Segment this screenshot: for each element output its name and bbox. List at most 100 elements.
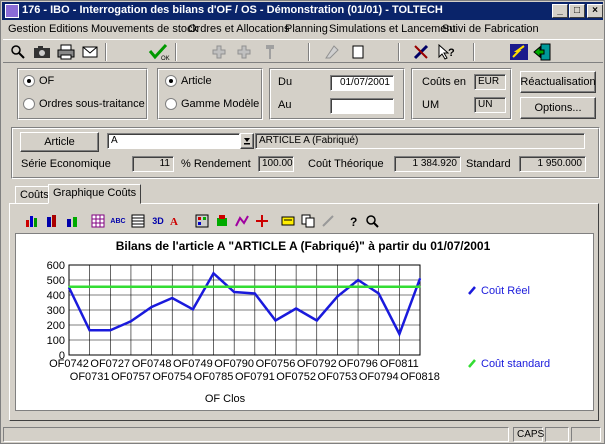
cout-theorique-label: Coût Théorique [308, 158, 384, 170]
data-point [109, 329, 112, 332]
data-point [150, 285, 153, 288]
standard-value: 1 950.000 [519, 156, 586, 172]
new-document-icon[interactable] [347, 42, 369, 62]
stacked-bar-icon[interactable] [63, 212, 81, 230]
x-tick-label: OF0752 [276, 371, 316, 383]
x-tick-label: OF0811 [380, 358, 419, 370]
data-point [88, 285, 91, 288]
abc-icon[interactable]: ABC [109, 212, 127, 230]
tab-graphique-couts[interactable]: Graphique Coûts [48, 184, 142, 204]
menu-mouvements-de-stock[interactable]: Mouvements de stock [91, 23, 198, 35]
color-fill-icon[interactable] [213, 212, 231, 230]
main-toolbar: OK ? [3, 39, 603, 63]
article-description: ARTICLE A (Fabriqué) [255, 133, 585, 149]
data-point [212, 285, 215, 288]
legend-icon[interactable] [279, 212, 297, 230]
chart-legend: Coût Réel Coût standard [468, 285, 550, 370]
exit-door-icon[interactable] [531, 42, 553, 62]
legend-swatch [468, 359, 476, 368]
data-point [254, 285, 256, 288]
tools-icon[interactable] [411, 42, 433, 62]
palette-icon[interactable] [193, 212, 211, 230]
data-point [398, 285, 401, 288]
menu-planning[interactable]: Planning [285, 23, 328, 35]
status-cell-3 [571, 427, 601, 442]
radio-gamme-modele[interactable]: Gamme Modèle [165, 98, 259, 110]
svg-text:A: A [170, 216, 178, 228]
camera-icon[interactable] [31, 42, 53, 62]
ok-label: OK [161, 56, 170, 61]
radio-of[interactable]: OF [23, 75, 54, 87]
standard-label: Standard [466, 158, 511, 170]
rendement-value: 100.00 [258, 156, 294, 172]
copy-icon[interactable] [299, 212, 317, 230]
zoom-icon[interactable] [363, 212, 381, 230]
menu-gestion[interactable]: Gestion [8, 23, 46, 35]
article-button[interactable]: Article [20, 132, 99, 152]
add-icon[interactable] [208, 42, 230, 62]
um-value: UN [474, 97, 506, 113]
data-table-icon[interactable] [129, 212, 147, 230]
lightning-icon[interactable] [508, 42, 530, 62]
article-code-input[interactable]: A [107, 133, 240, 149]
help-pointer-icon[interactable]: ? [435, 42, 457, 62]
menu-editions[interactable]: Editions [49, 23, 88, 35]
font-icon[interactable]: A [167, 212, 185, 230]
x-tick-label: OF0753 [318, 371, 358, 383]
du-input[interactable]: 01/07/2001 [330, 75, 394, 91]
data-point [88, 329, 91, 332]
data-point [233, 291, 235, 293]
data-point [295, 285, 297, 288]
maximize-button[interactable]: □ [569, 4, 585, 18]
3d-bar-icon[interactable] [43, 212, 61, 230]
data-point [274, 319, 277, 322]
data-point [150, 306, 153, 308]
options-button[interactable]: Options... [520, 97, 596, 119]
3d-icon[interactable]: 3D [149, 212, 167, 230]
y-tick-label: 300 [47, 305, 65, 317]
radio-article[interactable]: Article [165, 75, 212, 87]
data-point [336, 285, 339, 288]
mail-icon[interactable] [79, 42, 101, 62]
menu-simulations-et-lancement[interactable]: Simulations et Lancement [329, 23, 456, 35]
svg-text:?: ? [448, 47, 455, 59]
data-point [68, 285, 70, 288]
status-message [3, 427, 509, 442]
article-dropdown-arrow-icon[interactable] [240, 133, 254, 149]
data-point [357, 279, 359, 281]
legend-label: Coût Réel [481, 285, 530, 297]
x-tick-label: OF0749 [173, 358, 213, 370]
menu-ordres-et-allocations[interactable]: Ordres et Allocations [188, 23, 290, 35]
move-icon[interactable] [253, 212, 271, 230]
pen-icon[interactable] [319, 212, 337, 230]
legend-swatch [468, 286, 476, 295]
data-point [357, 285, 359, 288]
ok-check-icon[interactable]: OK [148, 42, 170, 62]
chart-style-icon[interactable] [233, 212, 251, 230]
y-tick-label: 500 [47, 275, 65, 287]
data-point [212, 272, 215, 275]
radio-article-indicator [165, 75, 177, 87]
search-icon[interactable] [7, 42, 29, 62]
help-icon[interactable]: ? [345, 212, 363, 230]
toolbar-separator [175, 43, 177, 61]
au-label: Au [278, 99, 292, 111]
wrench-icon[interactable] [259, 42, 281, 62]
data-point [398, 333, 401, 335]
minimize-button[interactable]: _ [552, 4, 568, 18]
erase-icon[interactable] [321, 42, 343, 62]
x-tick-label: OF0796 [338, 358, 378, 370]
reactualisation-button[interactable]: Réactualisation [520, 71, 596, 93]
close-button[interactable]: × [587, 4, 603, 18]
bar-chart-icon[interactable] [23, 212, 41, 230]
radio-gamme-modele-label: Gamme Modèle [181, 98, 260, 110]
radio-ordres-sous-traitance[interactable]: Ordres sous-traitance [23, 98, 145, 110]
print-icon[interactable] [55, 42, 77, 62]
caps-indicator: CAPS [513, 427, 544, 442]
au-input[interactable] [330, 98, 394, 114]
status-cell-2 [545, 427, 569, 442]
add-icon-2[interactable] [233, 42, 255, 62]
grid-icon[interactable] [89, 212, 107, 230]
data-point [192, 285, 194, 288]
menu-suivi-de-fabrication[interactable]: Suivi de Fabrication [442, 23, 539, 35]
